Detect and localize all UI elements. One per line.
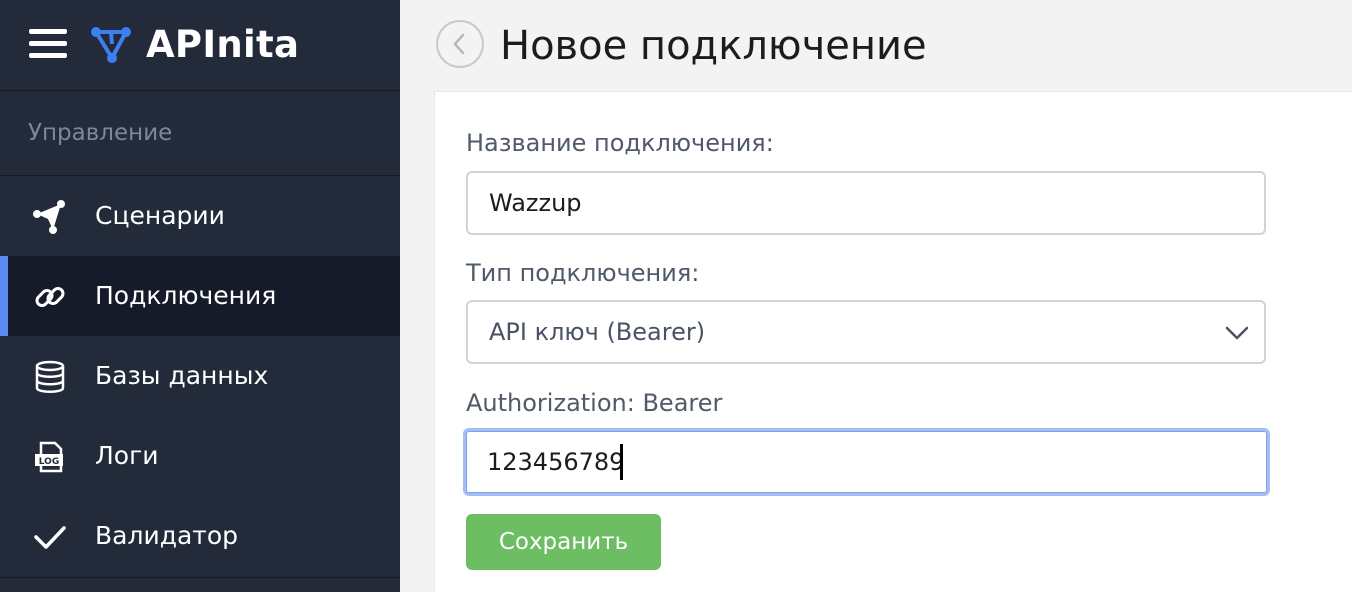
connection-type-select[interactable]: API ключ (Bearer)	[466, 300, 1266, 364]
back-button[interactable]	[436, 20, 484, 68]
brand-header: APInita	[0, 0, 400, 91]
text-caret	[620, 444, 623, 480]
connection-type-label: Тип подключения:	[466, 259, 700, 287]
page-title: Новое подключение	[500, 23, 927, 69]
app-name[interactable]: APInita	[146, 20, 299, 70]
chevron-down-icon	[1225, 326, 1249, 340]
sidebar-item-label: Базы данных	[95, 361, 269, 390]
sidebar: APInita Управление Сценарии Подключения …	[0, 0, 400, 592]
sidebar-item-label: Логи	[95, 441, 159, 470]
log-icon-text: LOG	[39, 457, 59, 467]
sidebar-item-databases[interactable]: Базы данных	[0, 336, 400, 416]
active-indicator	[0, 256, 8, 336]
database-icon	[35, 360, 65, 393]
sidebar-section-title: Управление	[28, 120, 173, 146]
link-icon	[35, 287, 65, 307]
checkmark-icon	[34, 526, 66, 549]
send-nodes-icon	[33, 200, 65, 234]
sidebar-item-scenarios[interactable]: Сценарии	[0, 176, 400, 256]
sidebar-divider	[0, 577, 400, 578]
sidebar-item-label: Валидатор	[95, 521, 239, 550]
sidebar-item-connections[interactable]: Подключения	[0, 256, 400, 336]
app-logo-icon	[91, 27, 131, 63]
sidebar-item-logs[interactable]: LOG Логи	[0, 416, 400, 496]
sidebar-item-label: Сценарии	[95, 201, 225, 230]
connection-type-value: API ключ (Bearer)	[489, 318, 706, 346]
save-button[interactable]: Сохранить	[466, 514, 661, 570]
connection-name-input[interactable]	[466, 171, 1266, 235]
sidebar-item-validator[interactable]: Валидатор	[0, 496, 400, 576]
hamburger-menu-icon[interactable]	[29, 27, 67, 61]
sidebar-item-label: Подключения	[95, 281, 277, 310]
connection-name-label: Название подключения:	[466, 129, 774, 157]
chevron-left-icon	[453, 33, 465, 55]
auth-token-input[interactable]	[463, 428, 1270, 496]
log-file-icon: LOG	[35, 441, 63, 473]
auth-bearer-label: Authorization: Bearer	[466, 389, 723, 417]
